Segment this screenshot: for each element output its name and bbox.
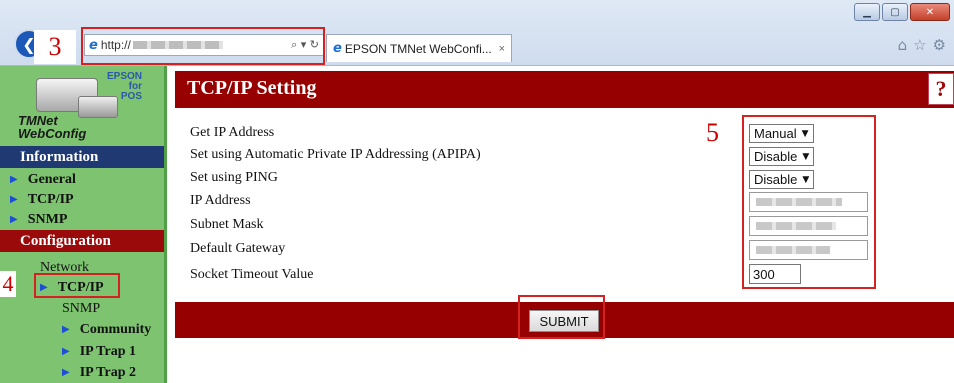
field-label-ip-address: IP Address [190, 193, 251, 208]
arrow-right-icon: ▶ [62, 367, 70, 378]
sidebar: EPSON for POS TMNet WebConfig Informatio… [0, 66, 167, 383]
get-ip-select[interactable]: Manual ▼ [749, 124, 814, 143]
step-4-marker: 4 [0, 271, 16, 297]
submit-button[interactable]: SUBMIT [529, 310, 599, 332]
ping-select[interactable]: Disable ▼ [749, 170, 815, 189]
close-window-button[interactable]: ✕ [910, 3, 950, 21]
minimize-button[interactable]: ▁ [854, 3, 880, 21]
socket-timeout-input[interactable]: 300 [749, 264, 801, 284]
redacted-value [756, 246, 830, 254]
sidebar-item-info-snmp[interactable]: ▶ SNMP [10, 210, 67, 229]
tab-ie-icon: e [333, 41, 342, 56]
epson-for-pos-text: EPSON for POS [106, 71, 142, 102]
information-header: Information [0, 146, 164, 168]
page-title: TCP/IP Setting [187, 77, 317, 99]
browser-tab[interactable]: e EPSON TMNet WebConfi... × [326, 34, 512, 62]
gear-icon[interactable]: ⚙ [933, 36, 946, 54]
window-controls: ▁ ▢ ✕ [854, 3, 950, 21]
apipa-select[interactable]: Disable ▼ [749, 147, 815, 166]
field-label-subnet-mask: Subnet Mask [190, 217, 264, 232]
arrow-right-icon: ▶ [10, 174, 18, 185]
arrow-right-icon: ▶ [10, 214, 18, 225]
configuration-header: Configuration [0, 230, 164, 252]
sidebar-item-info-tcpip[interactable]: ▶ TCP/IP [10, 190, 74, 209]
field-label-ping: Set using PING [190, 170, 278, 185]
tab-close-icon[interactable]: × [499, 43, 505, 55]
help-icon[interactable]: ? [928, 73, 954, 105]
page-header-bar: TCP/IP Setting ? [175, 71, 954, 108]
field-label-socket-timeout: Socket Timeout Value [190, 267, 314, 282]
tmnet-webconfig-logo: EPSON for POS TMNet WebConfig [18, 70, 150, 142]
redacted-value [756, 198, 842, 206]
maximize-button[interactable]: ▢ [882, 3, 908, 21]
tmnet-webconfig-text: TMNet WebConfig [18, 113, 87, 141]
sidebar-item-community[interactable]: ▶ Community [62, 320, 151, 339]
tcpip-nav-highlight [34, 273, 120, 298]
step-3-marker: 3 [34, 30, 76, 64]
sidebar-item-ip-trap-1[interactable]: ▶ IP Trap 1 [62, 342, 136, 361]
tab-title: EPSON TMNet WebConfi... [344, 41, 492, 56]
sidebar-item-ip-trap-2[interactable]: ▶ IP Trap 2 [62, 363, 136, 382]
arrow-right-icon: ▶ [62, 324, 70, 335]
address-bar-highlight [81, 27, 325, 65]
field-label-get-ip: Get IP Address [190, 125, 275, 140]
step-5-marker: 5 [706, 118, 719, 147]
chevron-down-icon: ▼ [802, 151, 810, 162]
redacted-value [756, 222, 836, 230]
chevron-down-icon: ▼ [802, 174, 810, 185]
arrow-right-icon: ▶ [62, 346, 70, 357]
star-icon[interactable]: ☆ [913, 36, 926, 54]
subnet-mask-input[interactable] [749, 216, 868, 236]
sidebar-label-snmp: SNMP [62, 300, 101, 316]
default-gateway-input[interactable] [749, 240, 868, 260]
toolbar-icons: ⌂ ☆ ⚙ [898, 36, 946, 54]
ip-address-input[interactable] [749, 192, 868, 212]
field-label-apipa: Set using Automatic Private IP Addressin… [190, 147, 481, 162]
chevron-down-icon: ▼ [801, 128, 809, 139]
field-label-default-gateway: Default Gateway [190, 241, 286, 256]
sidebar-item-general[interactable]: ▶ General [10, 170, 76, 189]
arrow-right-icon: ▶ [10, 194, 18, 205]
home-icon[interactable]: ⌂ [898, 36, 908, 54]
